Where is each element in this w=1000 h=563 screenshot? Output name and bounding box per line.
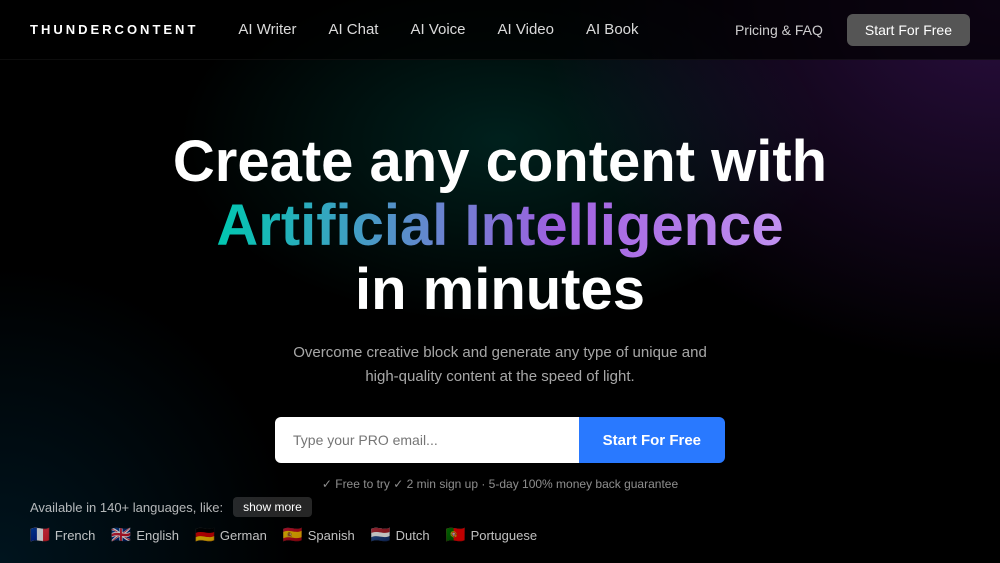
logo: THUNDERCONTENT bbox=[30, 22, 198, 37]
lang-item-dutch: 🇳🇱 Dutch bbox=[371, 525, 430, 545]
lang-item-english: 🇬🇧 English bbox=[111, 525, 179, 545]
nav-ai-voice[interactable]: AI Voice bbox=[410, 21, 465, 38]
hero-title-line1: Create any content with bbox=[173, 130, 827, 194]
lang-label-french: French bbox=[55, 528, 95, 543]
email-input[interactable] bbox=[275, 417, 579, 463]
lang-item-portuguese: 🇵🇹 Portuguese bbox=[446, 525, 537, 545]
lang-item-german: 🇩🇪 German bbox=[195, 525, 267, 545]
guarantee-text: ✓ Free to try ✓ 2 min sign up · 5-day 10… bbox=[322, 477, 678, 491]
nav-ai-writer[interactable]: AI Writer bbox=[238, 21, 296, 38]
lang-label-portuguese: Portuguese bbox=[471, 528, 538, 543]
navbar: THUNDERCONTENT AI Writer AI Chat AI Voic… bbox=[0, 0, 1000, 60]
flag-spanish: 🇪🇸 bbox=[283, 525, 303, 545]
lang-label-german: German bbox=[220, 528, 267, 543]
nav-ai-book[interactable]: AI Book bbox=[586, 21, 639, 38]
flag-portuguese: 🇵🇹 bbox=[446, 525, 466, 545]
flag-german: 🇩🇪 bbox=[195, 525, 215, 545]
flag-english: 🇬🇧 bbox=[111, 525, 131, 545]
lang-header: Available in 140+ languages, like: show … bbox=[30, 497, 537, 517]
nav-right: Pricing & FAQ Start For Free bbox=[735, 14, 970, 46]
hero-section: Create any content with Artificial Intel… bbox=[0, 60, 1000, 531]
lang-label-dutch: Dutch bbox=[396, 528, 430, 543]
lang-item-french: 🇫🇷 French bbox=[30, 525, 95, 545]
hero-title-line2: Artificial Intelligence bbox=[216, 194, 783, 258]
lang-available-text: Available in 140+ languages, like: bbox=[30, 500, 223, 515]
nav-links: AI Writer AI Chat AI Voice AI Video AI B… bbox=[238, 21, 735, 38]
flag-dutch: 🇳🇱 bbox=[371, 525, 391, 545]
lang-label-english: English bbox=[136, 528, 179, 543]
start-for-free-button-nav[interactable]: Start For Free bbox=[847, 14, 970, 46]
lang-flags-list: 🇫🇷 French 🇬🇧 English 🇩🇪 German 🇪🇸 Spanis… bbox=[30, 525, 537, 545]
cta-row: Start For Free bbox=[275, 417, 725, 463]
language-bar: Available in 140+ languages, like: show … bbox=[30, 497, 537, 545]
nav-ai-video[interactable]: AI Video bbox=[498, 21, 554, 38]
flag-french: 🇫🇷 bbox=[30, 525, 50, 545]
start-for-free-button-hero[interactable]: Start For Free bbox=[579, 417, 725, 463]
lang-label-spanish: Spanish bbox=[308, 528, 355, 543]
lang-item-spanish: 🇪🇸 Spanish bbox=[283, 525, 355, 545]
hero-title-line3: in minutes bbox=[355, 258, 645, 322]
show-more-button[interactable]: show more bbox=[233, 497, 312, 517]
pricing-faq-link[interactable]: Pricing & FAQ bbox=[735, 22, 823, 38]
hero-subtitle: Overcome creative block and generate any… bbox=[293, 341, 707, 389]
nav-ai-chat[interactable]: AI Chat bbox=[328, 21, 378, 38]
